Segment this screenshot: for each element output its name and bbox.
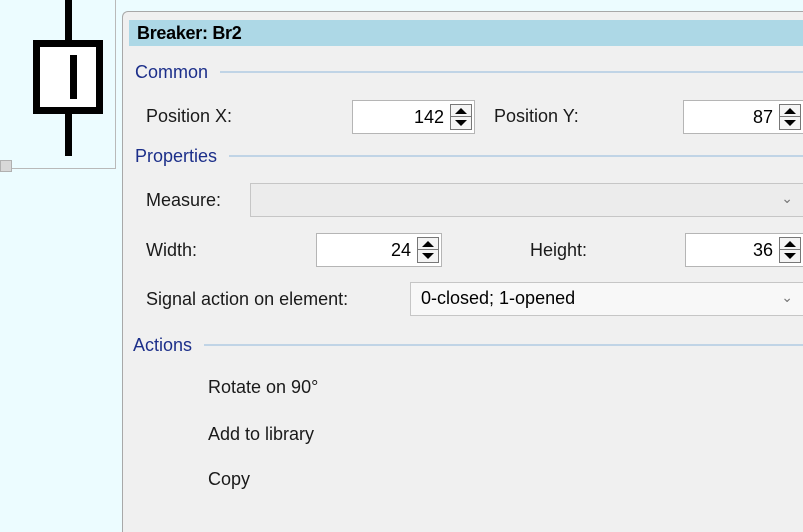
position-y-input[interactable]: 87	[683, 100, 803, 134]
spin-down-icon[interactable]	[418, 250, 438, 262]
diagram-canvas[interactable]	[0, 0, 116, 172]
section-divider	[229, 155, 803, 157]
chevron-down-icon: ⌄	[781, 190, 793, 206]
section-divider	[204, 344, 803, 346]
position-x-spinner[interactable]	[450, 104, 472, 130]
position-x-label: Position X:	[146, 106, 233, 126]
section-common-label: Common	[135, 61, 209, 82]
resize-handle[interactable]	[0, 160, 12, 172]
section-divider	[220, 71, 803, 73]
width-spinner[interactable]	[417, 237, 439, 263]
rotate-action[interactable]: Rotate on 90°	[208, 377, 318, 398]
measure-label: Measure:	[146, 190, 222, 210]
properties-panel: Breaker: Br2 Common Position X: 142 Posi…	[122, 11, 803, 532]
height-label: Height:	[530, 240, 588, 260]
width-value: 24	[390, 240, 411, 260]
width-input[interactable]: 24	[316, 233, 442, 267]
section-common: Common	[135, 59, 803, 85]
breaker-body	[33, 40, 103, 114]
height-input[interactable]: 36	[685, 233, 803, 267]
breaker-contact-bar	[70, 55, 77, 99]
position-y-value: 87	[752, 107, 773, 127]
signal-action-value: 0-closed; 1-opened	[421, 288, 576, 308]
position-x-value: 142	[413, 107, 444, 127]
spin-down-icon[interactable]	[451, 117, 471, 129]
section-properties: Properties	[135, 143, 803, 169]
spin-up-icon[interactable]	[418, 238, 438, 250]
height-spinner[interactable]	[779, 237, 801, 263]
position-y-spinner[interactable]	[779, 104, 801, 130]
height-value: 36	[752, 240, 773, 260]
signal-action-label: Signal action on element:	[146, 289, 349, 309]
measure-select[interactable]: ⌄	[250, 183, 803, 217]
section-properties-label: Properties	[135, 145, 218, 166]
position-x-input[interactable]: 142	[352, 100, 475, 134]
signal-action-select[interactable]: 0-closed; 1-opened ⌄	[410, 282, 803, 316]
width-label: Width:	[146, 240, 198, 260]
spin-down-icon[interactable]	[780, 117, 800, 129]
spin-up-icon[interactable]	[451, 105, 471, 117]
section-actions: Actions	[133, 332, 803, 358]
add-to-library-action[interactable]: Add to library	[208, 424, 314, 445]
chevron-down-icon: ⌄	[781, 289, 793, 305]
copy-action[interactable]: Copy	[208, 469, 250, 490]
panel-title: Breaker: Br2	[129, 20, 803, 46]
breaker-bottom-lead	[65, 108, 72, 156]
spin-down-icon[interactable]	[780, 250, 800, 262]
section-actions-label: Actions	[133, 334, 193, 355]
spin-up-icon[interactable]	[780, 105, 800, 117]
spin-up-icon[interactable]	[780, 238, 800, 250]
position-y-label: Position Y:	[494, 106, 579, 126]
